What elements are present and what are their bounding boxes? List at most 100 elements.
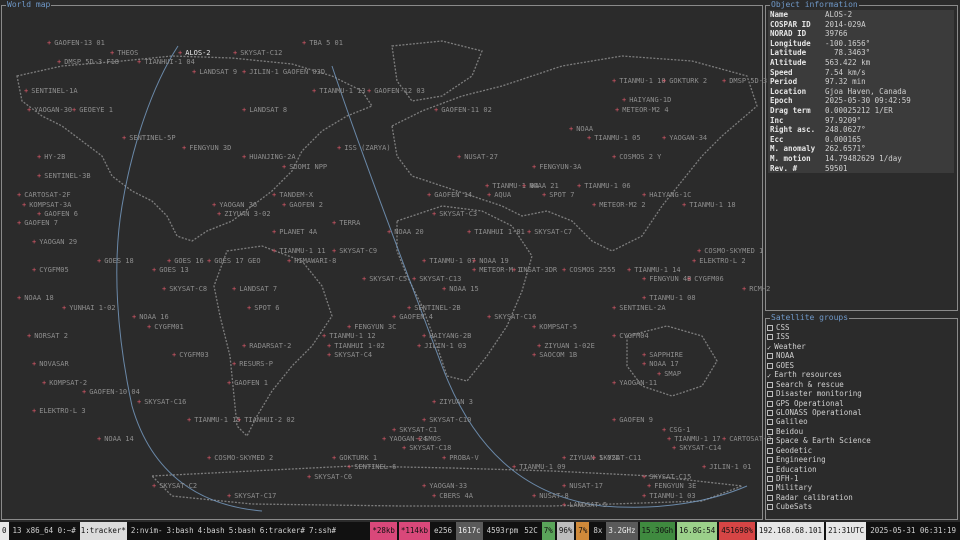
satellite-marker[interactable]: + KOMPSAT-5 bbox=[532, 323, 577, 331]
satellite-marker[interactable]: + CSG-1 bbox=[662, 426, 690, 434]
checkbox-icon[interactable] bbox=[767, 447, 773, 454]
satellite-marker[interactable]: + GAOFEN-13 01 bbox=[47, 39, 105, 47]
satellite-group-item[interactable]: CubeSats bbox=[767, 502, 871, 511]
satellite-marker[interactable]: + SKYSAT-C9 bbox=[332, 247, 377, 255]
satellite-marker[interactable]: + SAPPHIRE bbox=[642, 351, 683, 359]
satellite-marker[interactable]: + GOKTURK 1 bbox=[332, 454, 377, 462]
satellite-marker[interactable]: + CYGFM04 bbox=[612, 332, 649, 340]
satellite-marker[interactable]: + PROBA-V bbox=[442, 454, 479, 462]
satellite-marker[interactable]: + TIANMU-1 07 bbox=[422, 257, 476, 265]
satellite-group-item[interactable]: Galileo bbox=[767, 417, 871, 426]
satellite-marker[interactable]: + METEOR-M2 4 bbox=[615, 106, 669, 114]
satellite-marker[interactable]: + COSMOS 2555 bbox=[562, 266, 616, 274]
satellite-group-item[interactable]: Search & rescue bbox=[767, 380, 871, 389]
tmux-window-tab[interactable]: 6:tracker# bbox=[260, 522, 305, 540]
satellite-marker[interactable]: + SMOS bbox=[417, 435, 441, 443]
satellite-marker[interactable]: + NOAA 21 bbox=[522, 182, 559, 190]
satellite-marker[interactable]: + CARTOSAT-2F bbox=[17, 191, 71, 199]
satellite-marker[interactable]: + NUSAT-8 bbox=[532, 492, 569, 500]
satellite-group-item[interactable]: Space & Earth Science bbox=[767, 436, 871, 445]
satellite-marker[interactable]: + TIANMU-1 10 bbox=[612, 77, 666, 85]
satellite-marker[interactable]: + GEOEYE 1 bbox=[72, 106, 113, 114]
satellite-marker[interactable]: + SKYSAT-C16 bbox=[137, 398, 186, 406]
satellite-group-item[interactable]: Military bbox=[767, 483, 871, 492]
satellite-marker[interactable]: + ZIYUAN 3 bbox=[432, 398, 473, 406]
satellite-marker[interactable]: + SKYSAT-C15 bbox=[642, 473, 691, 481]
satellite-marker[interactable]: + YAOGAN 36 bbox=[212, 201, 257, 209]
satellite-marker[interactable]: + HUANJING-2A bbox=[242, 153, 296, 161]
satellite-marker[interactable]: + TIANMU-1 05 bbox=[587, 134, 641, 142]
satellite-marker[interactable]: + TIANMU-1 14 bbox=[627, 266, 681, 274]
satellite-marker[interactable]: + YAOGAN-34 bbox=[662, 134, 707, 142]
satellite-marker[interactable]: + DMSP 5D-3 bbox=[722, 77, 767, 85]
satellite-marker[interactable]: + NOAA 18 bbox=[17, 294, 54, 302]
satellite-marker[interactable]: + SKYSAT-C12 bbox=[233, 49, 282, 57]
satellite-marker-selected[interactable]: + ALOS-2 bbox=[178, 49, 211, 57]
satellite-marker[interactable]: + FENGYUN 3C bbox=[347, 323, 396, 331]
checkbox-icon[interactable] bbox=[767, 438, 773, 445]
satellite-group-item[interactable]: GLONASS Operational bbox=[767, 408, 871, 417]
checkbox-icon[interactable] bbox=[767, 494, 773, 501]
tmux-window-tab[interactable]: 5:bash bbox=[229, 522, 256, 540]
satellite-marker[interactable]: + SENTINEL-3B bbox=[37, 172, 91, 180]
satellite-marker[interactable]: + TIANMU-1 17 bbox=[667, 435, 721, 443]
satellite-marker[interactable]: + YAOGAN-33 bbox=[422, 482, 467, 490]
satellite-marker[interactable]: + GAOFEN 9 bbox=[612, 416, 653, 424]
satellite-marker[interactable]: + CBERS 4A bbox=[432, 492, 473, 500]
satellite-marker[interactable]: + PLANET 4A bbox=[272, 228, 317, 236]
satellite-marker[interactable]: + ISS (ZARYA) bbox=[337, 144, 391, 152]
satellite-marker[interactable]: + GAOFEN-10 04 bbox=[82, 388, 140, 396]
satellite-marker[interactable]: + LANDSAT 5 bbox=[562, 501, 607, 509]
satellite-marker[interactable]: + SKYSAT-C13 bbox=[412, 275, 461, 283]
satellite-marker[interactable]: + NOAA bbox=[569, 125, 593, 133]
tmux-window-tab[interactable]: 2:nvim- bbox=[131, 522, 163, 540]
satellite-marker[interactable]: + TERRA bbox=[332, 219, 360, 227]
satellite-marker[interactable]: + TANDEM-X bbox=[272, 191, 313, 199]
satellite-group-item[interactable]: ✓ Earth resources bbox=[767, 370, 871, 380]
satellite-marker[interactable]: + TIANMU-1 15 bbox=[187, 416, 241, 424]
satellite-marker[interactable]: + SUOMI NPP bbox=[282, 163, 327, 171]
satellite-group-item[interactable]: Disaster monitoring bbox=[767, 389, 871, 398]
satellite-marker[interactable]: + TIANMU-1 11 bbox=[272, 247, 326, 255]
satellite-marker[interactable]: + SKYSAT-C11 bbox=[592, 454, 641, 462]
tmux-window-tab[interactable]: 3:bash bbox=[167, 522, 194, 540]
satellite-marker[interactable]: + COSMO-SKYMED 1 bbox=[697, 247, 763, 255]
window-list[interactable]: 1:tracker* 2:nvim- 3:bash 4:bash 5:bash 6:tra… bbox=[79, 522, 340, 540]
checkbox-icon[interactable] bbox=[767, 362, 773, 369]
satellite-marker[interactable]: + SMAP bbox=[657, 370, 681, 378]
satellite-marker[interactable]: + ZIYUAN 1-02E bbox=[537, 342, 595, 350]
world-map-pane[interactable]: World map + GAOFEN-13 01 + THEOS + ALOS-2 + SKY… bbox=[1, 0, 771, 520]
satellite-marker[interactable]: + TIANHUI-2 02 bbox=[237, 416, 295, 424]
satellite-marker[interactable]: + NOVASAR bbox=[32, 360, 69, 368]
checkbox-icon[interactable] bbox=[767, 504, 773, 511]
satellite-marker[interactable]: + ELEKTRO-L 2 bbox=[692, 257, 746, 265]
satellite-group-item[interactable]: GOES bbox=[767, 361, 871, 370]
satellite-marker[interactable]: + NOAA 15 bbox=[442, 285, 479, 293]
satellite-marker[interactable]: + GOES 13 bbox=[152, 266, 189, 274]
checkbox-icon[interactable] bbox=[767, 409, 773, 416]
satellite-marker[interactable]: + THEOS bbox=[110, 49, 138, 57]
satellite-marker[interactable]: + GAOFEN 1 bbox=[227, 379, 268, 387]
checkbox-icon[interactable] bbox=[767, 457, 773, 464]
satellite-marker[interactable]: + NOAA 20 bbox=[387, 228, 424, 236]
satellite-marker[interactable]: + YAOGAN-11 bbox=[612, 379, 657, 387]
satellite-marker[interactable]: + SENTINEL-5P bbox=[122, 134, 176, 142]
satellite-marker[interactable]: + YAOGAN-30 bbox=[27, 106, 72, 114]
satellite-group-item[interactable]: Radar calibration bbox=[767, 493, 871, 502]
satellite-marker[interactable]: + NOAA 16 bbox=[132, 313, 169, 321]
satellite-marker[interactable]: + HAIYANG-1D bbox=[622, 96, 671, 104]
satellite-marker[interactable]: + YAOGAN 29 bbox=[32, 238, 77, 246]
satellite-marker[interactable]: + SAOCOM 1B bbox=[532, 351, 577, 359]
satellite-marker[interactable]: + NOAA 19 bbox=[472, 257, 509, 265]
satellite-marker[interactable]: + GOES 17 GEO bbox=[207, 257, 261, 265]
satellite-marker[interactable]: + FENGYUN-3A bbox=[532, 163, 581, 171]
satellite-marker[interactable]: + CARTOSAT-3 bbox=[722, 435, 771, 443]
satellite-groups-pane[interactable]: Satellite groups CSS ISS ✓ Weather NOAA GOES ✓… bbox=[765, 313, 958, 520]
satellite-marker[interactable]: + SPOT 6 bbox=[247, 304, 280, 312]
satellite-group-item[interactable]: Education bbox=[767, 465, 871, 474]
satellite-group-list[interactable]: CSS ISS ✓ Weather NOAA GOES ✓ Earth resources Se… bbox=[767, 323, 871, 512]
satellite-group-item[interactable]: Geodetic bbox=[767, 446, 871, 455]
checkbox-icon[interactable] bbox=[767, 353, 773, 360]
checkbox-icon[interactable] bbox=[767, 334, 773, 341]
satellite-marker[interactable]: + SKYSAT-C8 bbox=[162, 285, 207, 293]
